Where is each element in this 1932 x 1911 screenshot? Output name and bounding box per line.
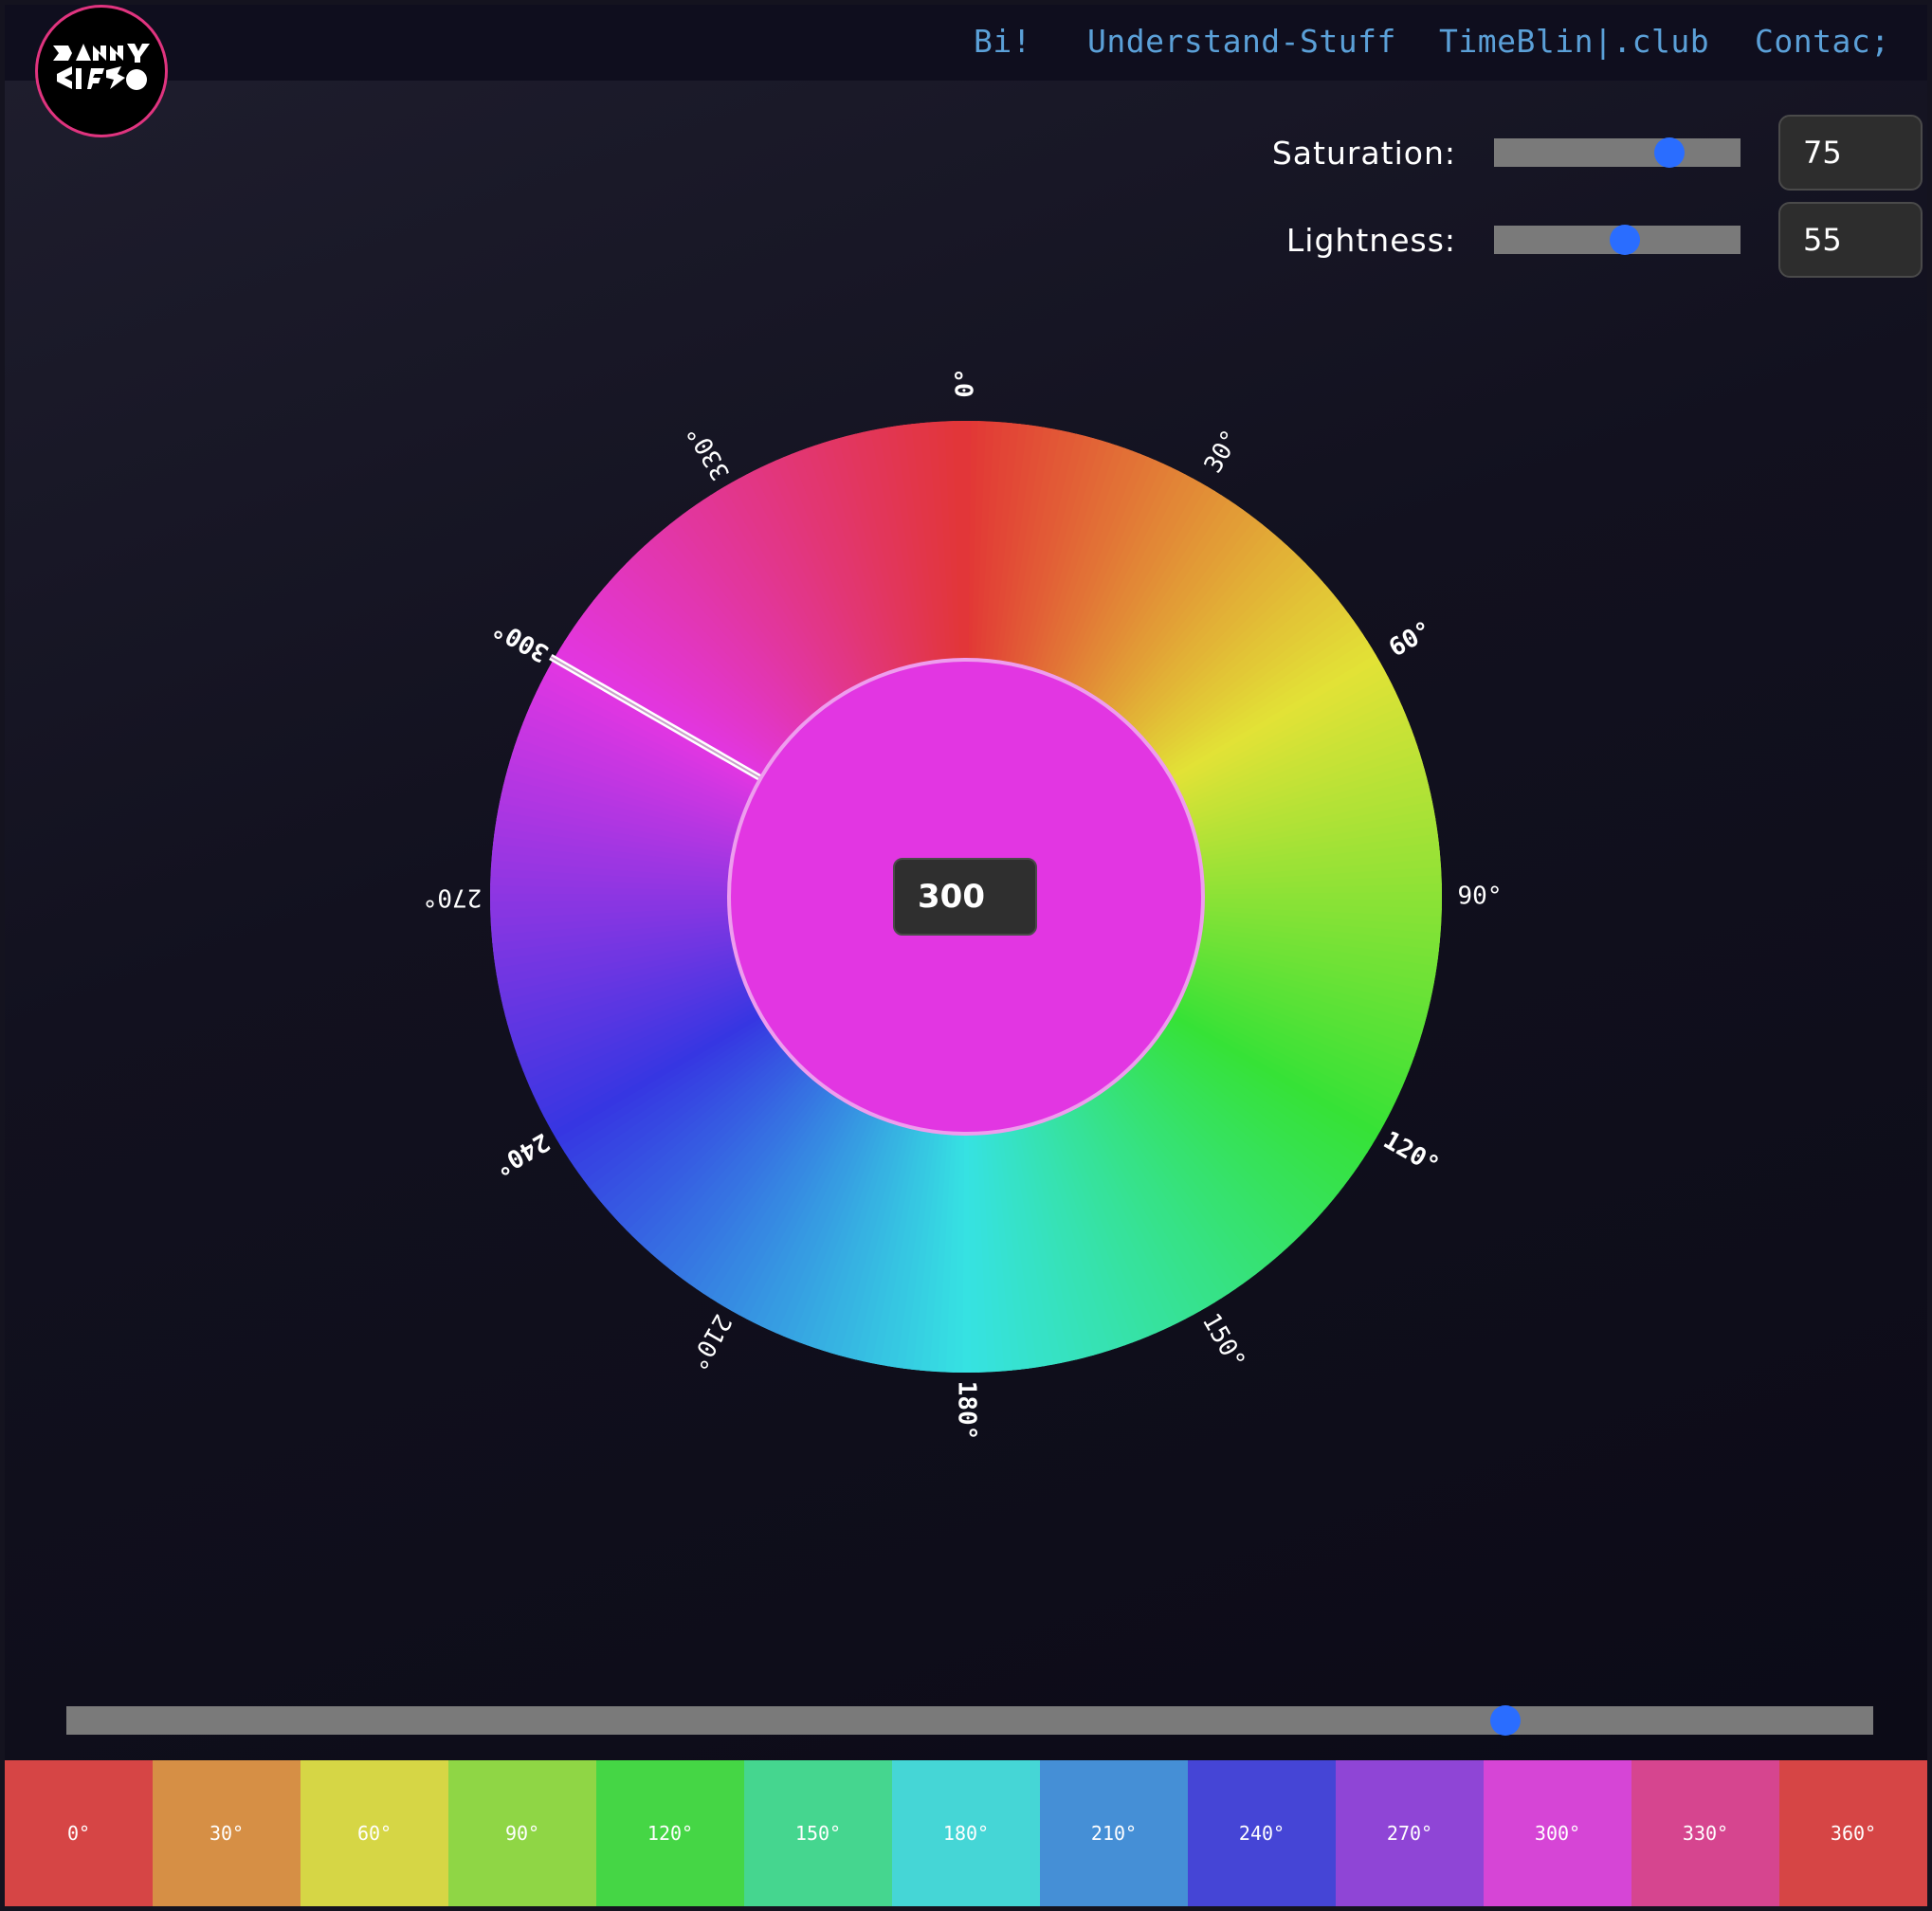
hue-slider[interactable] (66, 1705, 1873, 1736)
hue-tick-label: 240° (488, 1127, 554, 1181)
hue-swatch-label: 120° (647, 1822, 694, 1845)
hue-swatch[interactable]: 360° (1779, 1760, 1927, 1906)
hue-swatch[interactable]: 330° (1631, 1760, 1779, 1906)
hue-swatch-label: 30° (209, 1822, 245, 1845)
hue-tick-label: 150° (1196, 1309, 1250, 1374)
hue-swatch[interactable]: 60° (301, 1760, 448, 1906)
hue-swatch-label: 300° (1534, 1822, 1581, 1845)
hue-swatch-label: 90° (504, 1822, 540, 1845)
hue-swatch[interactable]: 120° (596, 1760, 744, 1906)
hue-swatch-label: 60° (356, 1822, 392, 1845)
hue-swatch-label: 210° (1090, 1822, 1138, 1845)
hue-swatch[interactable]: 300° (1484, 1760, 1631, 1906)
hue-swatch[interactable]: 180° (892, 1760, 1040, 1906)
hue-tick-label: 0° (952, 368, 980, 397)
hue-swatch-label: 150° (794, 1822, 842, 1845)
hue-swatch[interactable]: 270° (1336, 1760, 1484, 1906)
hue-swatch[interactable]: 240° (1188, 1760, 1336, 1906)
hue-tick-label: 180° (953, 1381, 981, 1441)
hue-swatch-label: 330° (1682, 1822, 1729, 1845)
hue-tick-label: 120° (1378, 1126, 1444, 1180)
hue-swatch-label: 0° (66, 1822, 91, 1845)
hue-tick-label: 60° (1384, 616, 1437, 663)
logo-glyphs (53, 44, 150, 90)
hue-tick-label: 300° (488, 613, 554, 667)
hue-swatch[interactable]: 90° (448, 1760, 596, 1906)
hue-tick-label: 90° (1458, 883, 1503, 911)
hue-swatch-label: 240° (1238, 1822, 1285, 1845)
hue-tick-label: 210° (683, 1309, 737, 1374)
hue-tick-label: 30° (1199, 426, 1246, 479)
hue-swatch-label: 360° (1830, 1822, 1877, 1845)
hue-swatch-strip: 0° 30° 60° 90° 120° 150° 180° 210° 240° 270° 300° 3… (5, 1760, 1927, 1906)
site-logo[interactable] (35, 5, 168, 137)
hue-swatch-label: 270° (1386, 1822, 1433, 1845)
hue-tick-label: 330° (682, 419, 736, 484)
hue-wheel[interactable]: 0° 30° 60° 90° 120° 150° 180° 210° 240° 270° 300° 3… (0, 0, 1932, 1611)
hue-slider-thumb[interactable] (1490, 1705, 1522, 1736)
hue-value-input[interactable]: 300 (893, 858, 1037, 936)
hue-swatch[interactable]: 30° (153, 1760, 301, 1906)
hue-swatch[interactable]: 210° (1040, 1760, 1188, 1906)
hue-swatch-label: 180° (942, 1822, 990, 1845)
hue-swatch[interactable]: 0° (5, 1760, 153, 1906)
hue-tick-label: 270° (423, 883, 483, 912)
hue-swatch[interactable]: 150° (744, 1760, 892, 1906)
